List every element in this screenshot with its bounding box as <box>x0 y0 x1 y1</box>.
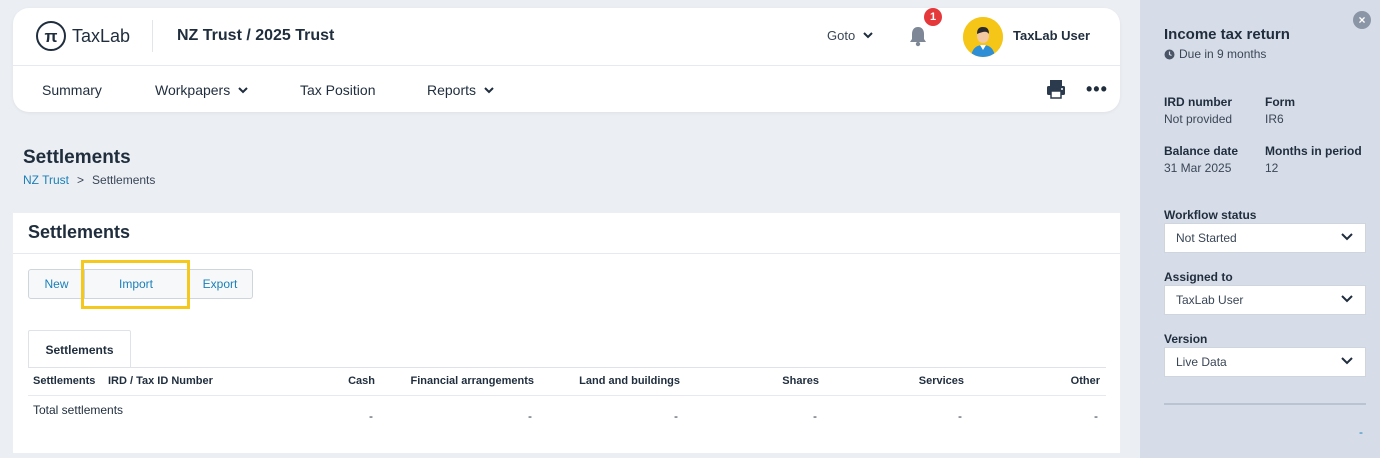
form-value: IR6 <box>1265 112 1284 126</box>
panel-divider <box>1164 403 1366 405</box>
export-button[interactable]: Export <box>188 269 253 299</box>
total-other: - <box>1094 409 1098 423</box>
card-title: Settlements <box>28 222 131 242</box>
new-button[interactable]: New <box>28 269 85 299</box>
logo-divider <box>152 20 153 52</box>
main-nav: Summary Workpapers Tax Position Reports … <box>13 66 1120 112</box>
nav-tax-position[interactable]: Tax Position <box>300 82 375 98</box>
pi-logo-icon: π <box>36 21 66 51</box>
bell-icon[interactable] <box>906 24 930 48</box>
col-header-financial: Financial arrangements <box>410 375 535 387</box>
tab-settlements[interactable]: Settlements <box>28 330 131 368</box>
import-button[interactable]: Import <box>85 269 188 299</box>
col-header-land: Land and buildings <box>579 375 680 387</box>
months-in-period-label: Months in period <box>1265 144 1362 158</box>
clock-icon <box>1164 49 1175 59</box>
col-header-shares: Shares <box>782 375 819 387</box>
table-top-border <box>28 367 1106 368</box>
breadcrumb-separator: > <box>77 173 85 187</box>
balance-date-value: 31 Mar 2025 <box>1164 161 1232 175</box>
balance-date-label: Balance date <box>1164 144 1239 158</box>
assigned-to-label: Assigned to <box>1164 270 1233 284</box>
chevron-down-icon <box>863 32 873 39</box>
nav-workpapers-label: Workpapers <box>155 82 231 98</box>
entity-title: NZ Trust / 2025 Trust <box>177 27 335 44</box>
action-button-group: New Import Export <box>28 269 253 299</box>
user-name[interactable]: TaxLab User <box>1013 28 1090 43</box>
col-header-services: Services <box>918 375 964 387</box>
breadcrumb-root-link[interactable]: NZ Trust <box>23 173 69 187</box>
col-header-ird: IRD / Tax ID Number <box>108 375 213 387</box>
total-financial: - <box>528 409 532 423</box>
total-cash: - <box>369 409 373 423</box>
income-tax-return-panel: × Income tax return Due in 9 months IRD … <box>1140 0 1380 458</box>
due-status: Due in 9 months <box>1164 47 1266 61</box>
chevron-down-icon <box>1341 357 1353 365</box>
nav-reports[interactable]: Reports <box>427 82 494 98</box>
printer-icon[interactable] <box>1045 78 1067 100</box>
form-label: Form <box>1265 95 1295 109</box>
panel-footer-dash[interactable]: - <box>1359 425 1363 439</box>
avatar[interactable] <box>963 17 1003 57</box>
version-value: Live Data <box>1176 355 1227 369</box>
breadcrumb-current: Settlements <box>92 173 156 187</box>
ird-number-value: Not provided <box>1164 112 1233 126</box>
nav-summary-label: Summary <box>42 82 102 98</box>
card-divider <box>13 253 1120 254</box>
goto-label: Goto <box>827 28 856 43</box>
workflow-status-label: Workflow status <box>1164 208 1257 222</box>
assigned-to-select[interactable]: TaxLab User <box>1164 285 1366 315</box>
goto-menu[interactable]: Goto <box>827 28 873 43</box>
page-title: Settlements <box>23 147 131 168</box>
workflow-status-value: Not Started <box>1176 231 1237 245</box>
settlements-card: Settlements New Import Export Settlement… <box>13 213 1120 453</box>
col-header-other: Other <box>1070 375 1100 387</box>
total-shares: - <box>813 409 817 423</box>
more-options-icon[interactable]: ••• <box>1086 80 1108 98</box>
chevron-down-icon <box>1341 233 1353 241</box>
header-top-row: π TaxLab NZ Trust / 2025 Trust Goto 1 Ta… <box>13 8 1120 66</box>
total-services: - <box>958 409 962 423</box>
total-land: - <box>674 409 678 423</box>
nav-workpapers[interactable]: Workpapers <box>155 82 248 98</box>
col-header-settlements: Settlements <box>33 375 96 387</box>
panel-title: Income tax return <box>1164 26 1290 43</box>
table-header-divider <box>28 395 1106 396</box>
close-icon[interactable]: × <box>1353 11 1371 29</box>
taxlab-logo[interactable]: π TaxLab <box>36 21 130 51</box>
chevron-down-icon <box>238 86 248 93</box>
assigned-to-value: TaxLab User <box>1176 293 1244 307</box>
logo-text: TaxLab <box>72 25 131 46</box>
chevron-down-icon <box>1341 295 1353 303</box>
breadcrumb: NZ Trust > Settlements <box>23 173 155 187</box>
col-header-cash: Cash <box>348 375 375 387</box>
total-settlements-label: Total settlements <box>33 403 124 417</box>
user-avatar-icon <box>963 17 1003 57</box>
workflow-status-select[interactable]: Not Started <box>1164 223 1366 253</box>
chevron-down-icon <box>484 86 494 93</box>
notification-badge: 1 <box>924 8 942 26</box>
version-select[interactable]: Live Data <box>1164 347 1366 377</box>
nav-tax-position-label: Tax Position <box>300 82 376 98</box>
version-label: Version <box>1164 332 1208 346</box>
due-text: Due in 9 months <box>1179 47 1267 61</box>
ird-number-label: IRD number <box>1164 95 1233 109</box>
months-in-period-value: 12 <box>1265 161 1279 175</box>
header-card: π TaxLab NZ Trust / 2025 Trust Goto 1 Ta… <box>13 8 1120 112</box>
nav-summary[interactable]: Summary <box>42 82 102 98</box>
nav-reports-label: Reports <box>427 82 477 98</box>
